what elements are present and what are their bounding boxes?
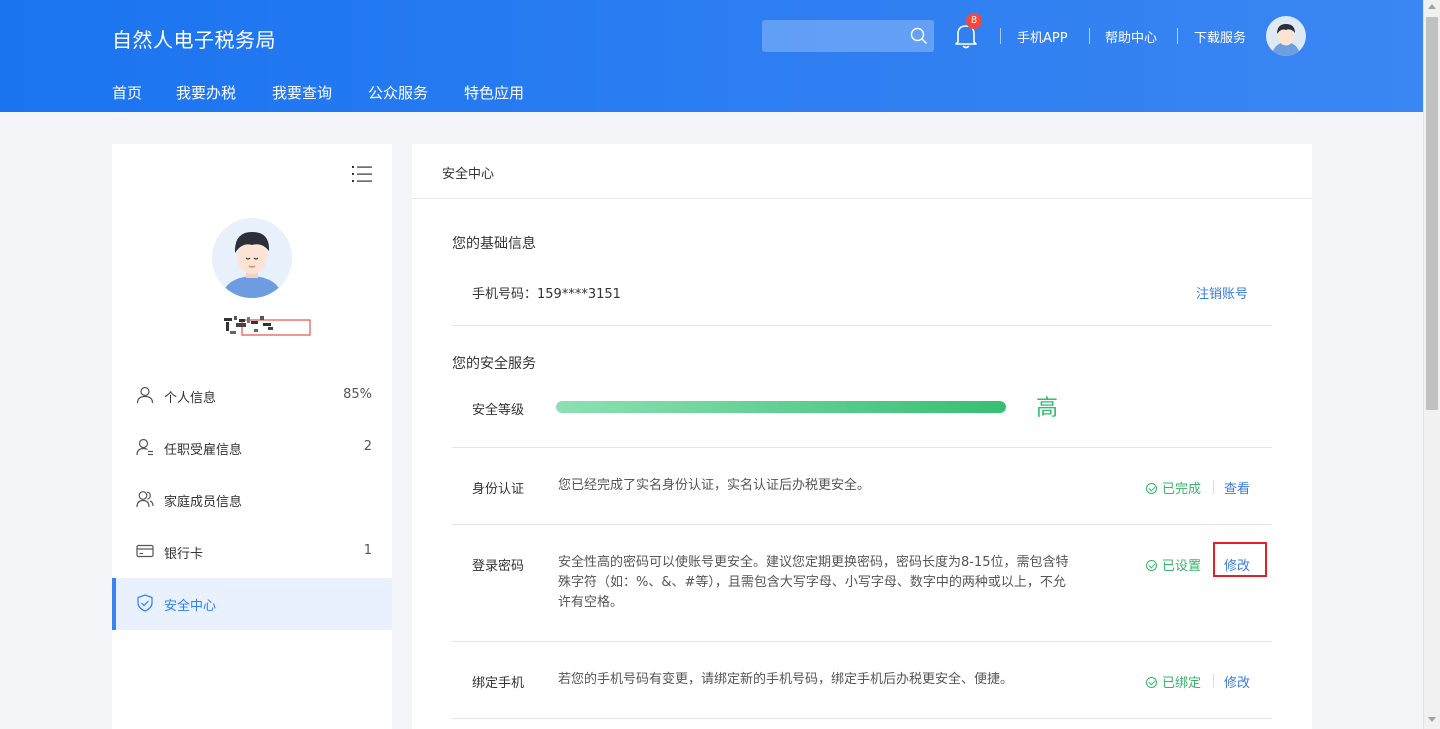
user-icon: [136, 386, 154, 404]
header-divider: [1000, 28, 1001, 44]
view-identity-link[interactable]: 查看: [1224, 478, 1250, 497]
cancel-account-link[interactable]: 注销账号: [1196, 283, 1248, 302]
scroll-down-arrow-icon[interactable]: [1428, 717, 1436, 722]
action-divider: [1213, 480, 1214, 494]
page-title: 安全中心: [442, 167, 495, 182]
security-center-panel: 安全中心 您的基础信息 手机号码：159****3151 注销账号 您的安全服务…: [412, 144, 1312, 729]
employment-user-icon: [136, 438, 153, 456]
bank-card-icon: [136, 544, 154, 558]
divider: [452, 325, 1272, 326]
family-users-icon: [136, 491, 154, 508]
header-divider: [1089, 28, 1090, 44]
security-level-value: 高: [1036, 396, 1059, 421]
search-input[interactable]: [762, 20, 934, 52]
notification-badge: 8: [966, 13, 982, 29]
scroll-thumb[interactable]: [1426, 17, 1438, 410]
phone-number-text: 手机号码：159****3151: [472, 287, 621, 302]
mobile-app-link[interactable]: 手机APP: [1017, 27, 1068, 46]
nav-public-service[interactable]: 公众服务: [368, 82, 428, 103]
sidebar-item-bank-card[interactable]: 银行卡 1: [112, 526, 392, 578]
profile-avatar: [212, 218, 292, 298]
sidebar-item-employment-info[interactable]: 任职受雇信息 2: [112, 422, 392, 474]
vertical-scrollbar[interactable]: [1423, 0, 1440, 729]
identity-auth-desc: 您已经完成了实名身份认证，实名认证后办税更安全。: [558, 478, 871, 493]
sidebar-item-label: 家庭成员信息: [164, 495, 243, 510]
check-circle-icon: [1146, 560, 1157, 571]
sidebar: 个人信息 85% 任职受雇信息 2 家庭成员信息 银行卡 1 安全中心: [112, 144, 392, 729]
check-circle-icon: [1146, 483, 1157, 494]
action-divider: [1213, 674, 1214, 688]
sidebar-item-label: 个人信息: [164, 391, 217, 406]
check-circle-icon: [1146, 677, 1157, 688]
highlight-box: [1213, 542, 1267, 577]
sidebar-item-security-center[interactable]: 安全中心: [112, 578, 392, 630]
user-avatar[interactable]: [1266, 16, 1306, 56]
login-password-desc: 安全性高的密码可以使账号更安全。建议您定期更换密码，密码长度为8-15位，需包含…: [558, 555, 1069, 610]
sidebar-item-label: 银行卡: [164, 547, 204, 562]
sidebar-item-count: 1: [363, 543, 372, 558]
nav-query[interactable]: 我要查询: [272, 82, 332, 103]
login-password-label: 登录密码: [472, 559, 525, 574]
divider: [452, 447, 1272, 448]
security-level-fill: [556, 401, 1006, 413]
login-password-status: 已设置: [1146, 555, 1201, 574]
bind-phone-desc: 若您的手机号码有变更，请绑定新的手机号码，绑定手机后办税更安全、便捷。: [558, 672, 1014, 687]
sidebar-item-label: 任职受雇信息: [164, 443, 243, 458]
modify-phone-link[interactable]: 修改: [1224, 672, 1250, 691]
avatar-icon: [222, 232, 282, 298]
avatar-icon: [1272, 24, 1300, 56]
sidebar-item-personal-info[interactable]: 个人信息 85%: [112, 370, 392, 422]
shield-icon: [137, 594, 153, 612]
help-center-link[interactable]: 帮助中心: [1105, 27, 1157, 46]
status-text: 已绑定: [1162, 676, 1202, 691]
divider: [452, 718, 1272, 719]
panel-header: 安全中心: [412, 144, 1312, 199]
sidebar-item-count: 85%: [343, 387, 372, 402]
bind-phone-label: 绑定手机: [472, 676, 525, 691]
sidebar-item-count: 2: [363, 439, 372, 454]
sidebar-item-family-info[interactable]: 家庭成员信息: [112, 474, 392, 526]
menu-list-icon[interactable]: [352, 166, 372, 182]
identity-auth-status: 已完成: [1146, 478, 1201, 497]
nav-home[interactable]: 首页: [112, 82, 142, 103]
header-divider: [1177, 28, 1178, 44]
scroll-up-arrow-icon[interactable]: [1428, 4, 1436, 9]
status-text: 已设置: [1162, 559, 1202, 574]
search-icon[interactable]: [910, 27, 928, 45]
basic-info-heading: 您的基础信息: [452, 236, 536, 252]
divider: [452, 524, 1272, 525]
identity-auth-label: 身份认证: [472, 482, 525, 497]
brand-title[interactable]: 自然人电子税务局: [112, 24, 276, 53]
security-level-bar: [556, 401, 1006, 413]
security-level-label: 安全等级: [472, 403, 525, 418]
nav-tax-handling[interactable]: 我要办税: [176, 82, 236, 103]
status-text: 已完成: [1162, 482, 1202, 497]
divider: [452, 641, 1272, 642]
redacted-username: [224, 316, 311, 336]
bind-phone-status: 已绑定: [1146, 672, 1201, 691]
download-service-link[interactable]: 下载服务: [1194, 27, 1246, 46]
nav-special-apps[interactable]: 特色应用: [464, 82, 524, 103]
sidebar-item-label: 安全中心: [164, 599, 217, 614]
top-header: 自然人电子税务局 8 手机APP 帮助中心 下载服务 首页 我要办税 我要查询 …: [0, 0, 1423, 112]
security-service-heading: 您的安全服务: [452, 356, 536, 372]
